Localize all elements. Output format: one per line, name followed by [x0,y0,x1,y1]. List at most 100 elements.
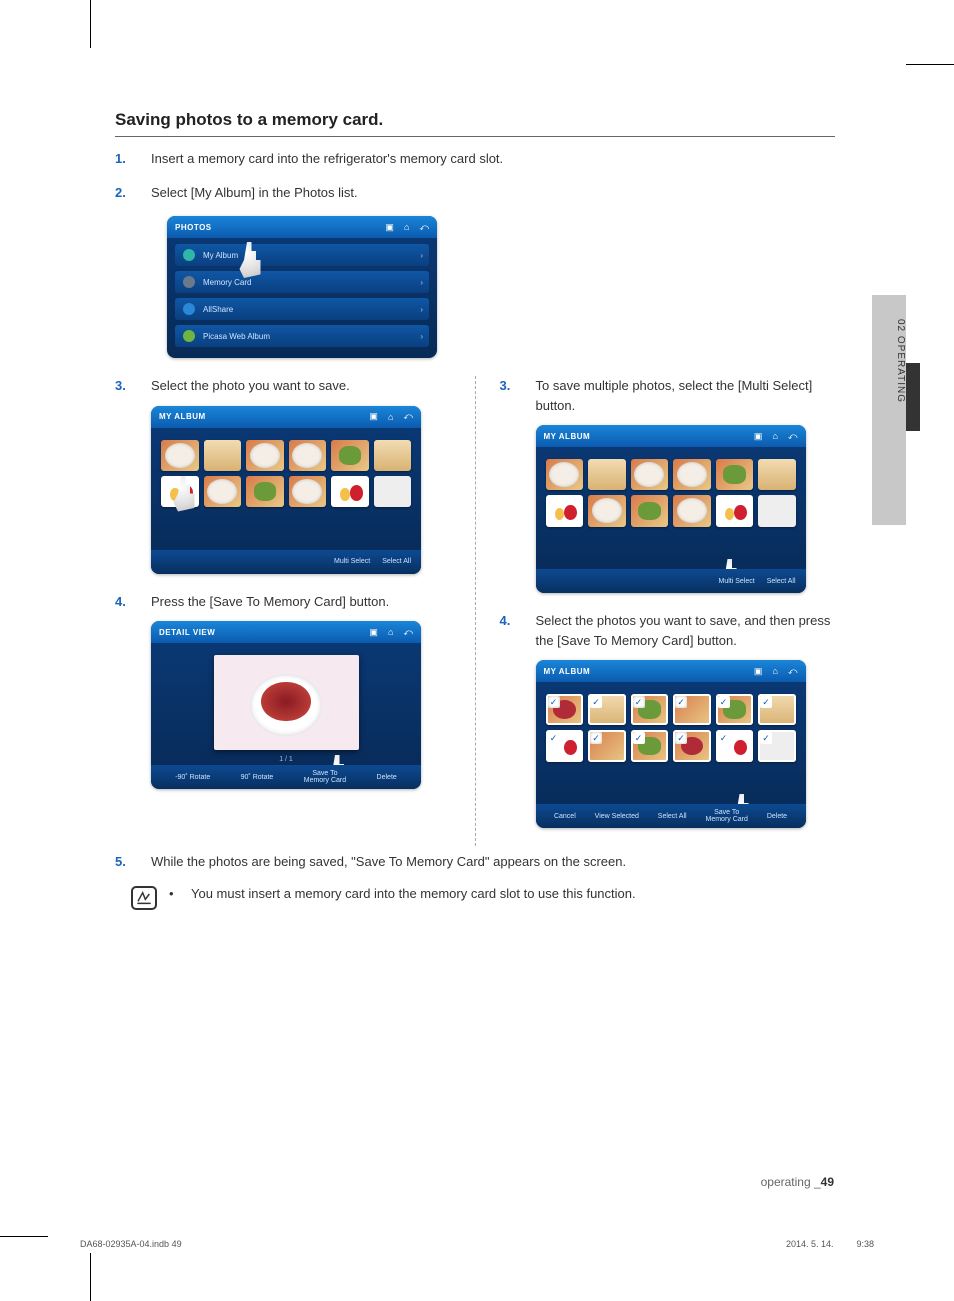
right-column: 3. To save multiple photos, select the [… [475,376,836,846]
photo-thumb[interactable] [588,459,626,490]
photo-thumb[interactable] [758,459,796,490]
select-all-button[interactable]: Select All [382,558,411,565]
left-column: 3. Select the photo you want to save. MY… [115,376,451,846]
photo-thumb[interactable] [716,730,754,761]
screenshot-footer: Multi Select Select All [151,550,421,574]
list-item-my-album[interactable]: My Album › [175,244,429,266]
save-icon[interactable]: ▣ [369,411,378,422]
photo-thumb[interactable] [631,495,669,526]
photo-thumb[interactable] [716,459,754,490]
home-icon[interactable]: ⌂ [772,666,777,676]
back-icon[interactable]: ⤺ [788,431,798,442]
select-all-button[interactable]: Select All [767,578,796,585]
photo-thumb[interactable] [546,694,584,725]
save-icon[interactable]: ▣ [369,627,378,638]
step-number: 3. [500,376,520,415]
footer-date: 2014. 5. 14. 9:38 [786,1239,874,1249]
photo-thumb[interactable] [331,440,369,471]
photo-thumb[interactable] [204,440,242,471]
detail-photo[interactable] [214,655,359,750]
photo-thumb[interactable] [331,476,369,507]
photo-thumb[interactable] [246,440,284,471]
screenshot-footer: Cancel View Selected Select All Save To … [536,804,806,828]
photo-thumb[interactable] [289,476,327,507]
photo-thumb[interactable] [631,694,669,725]
delete-button[interactable]: Delete [377,774,397,781]
photo-thumb[interactable] [588,694,626,725]
step-number: 3. [115,376,135,396]
header-icons: ▣ ⌂ ⤺ [385,222,429,233]
select-all-button[interactable]: Select All [658,813,687,820]
screenshot-multi-selected: MY ALBUM ▣⌂⤺ [536,660,806,828]
step-number: 4. [500,611,520,650]
delete-button[interactable]: Delete [767,813,787,820]
photo-thumb[interactable] [673,495,711,526]
note-bullet: • [169,886,179,901]
photo-thumb[interactable] [588,495,626,526]
back-icon[interactable]: ⤺ [419,222,429,233]
footer-label: operating _ [761,1175,821,1189]
step-text: Select the photo you want to save. [151,376,350,396]
step-number: 2. [115,183,135,203]
photo-thumb[interactable] [204,476,242,507]
step-text: Insert a memory card into the refrigerat… [151,149,503,169]
photo-thumb[interactable] [246,476,284,507]
list-item-picasa[interactable]: Picasa Web Album › [175,325,429,347]
footer-meta: DA68-02935A-04.indb 49 2014. 5. 14. 9:38 [80,1239,874,1249]
save-icon[interactable]: ▣ [385,222,394,233]
step-4-right: 4. Select the photos you want to save, a… [500,611,836,650]
photo-thumb[interactable] [546,730,584,761]
page-indicator: 1 / 1 [159,756,413,763]
photo-thumb[interactable] [161,440,199,471]
save-icon[interactable]: ▣ [754,666,763,677]
view-selected-button[interactable]: View Selected [595,813,639,820]
chevron-icon: › [420,278,423,287]
photo-thumb[interactable] [289,440,327,471]
photo-thumb[interactable] [546,459,584,490]
list-item-allshare[interactable]: AllShare › [175,298,429,320]
back-icon[interactable]: ⤺ [788,666,798,677]
rotate-right-button[interactable]: 90˚ Rotate [241,774,274,781]
footer-page-number: 49 [821,1175,834,1189]
step-number: 5. [115,852,135,872]
photo-thumb[interactable] [673,459,711,490]
photo-thumb[interactable] [631,730,669,761]
home-icon[interactable]: ⌂ [772,431,777,441]
photo-thumb[interactable] [758,730,796,761]
photo-thumb[interactable] [673,730,711,761]
photo-thumb[interactable] [374,476,412,507]
photo-thumb[interactable] [758,495,796,526]
multi-select-button[interactable]: Multi Select [719,578,755,585]
step-text: Select the photos you want to save, and … [536,611,836,650]
share-icon [183,303,195,315]
home-icon[interactable]: ⌂ [404,222,409,232]
screenshot-multi-select-prompt: MY ALBUM ▣ ⌂ ⤺ [536,425,806,593]
screenshot-title: MY ALBUM [544,432,591,441]
back-icon[interactable]: ⤺ [403,627,413,638]
photo-thumb[interactable] [673,694,711,725]
list-label: Picasa Web Album [203,332,270,341]
save-to-memory-button[interactable]: Save To Memory Card [304,770,346,784]
photo-thumb[interactable] [716,495,754,526]
cancel-button[interactable]: Cancel [554,813,576,820]
photo-thumb[interactable] [758,694,796,725]
rotate-left-button[interactable]: -90˚ Rotate [175,774,210,781]
cursor-hand-icon [235,242,265,278]
photo-thumb[interactable] [716,694,754,725]
side-tab: 02 OPERATING [872,295,906,525]
save-to-memory-button[interactable]: Save To Memory Card [706,809,748,823]
step-3-left: 3. Select the photo you want to save. [115,376,451,396]
list-item-memory-card[interactable]: Memory Card › [175,271,429,293]
multi-select-button[interactable]: Multi Select [334,558,370,565]
home-icon[interactable]: ⌂ [388,627,393,637]
picasa-icon [183,330,195,342]
back-icon[interactable]: ⤺ [403,411,413,422]
save-icon[interactable]: ▣ [754,431,763,442]
home-icon[interactable]: ⌂ [388,412,393,422]
photo-thumb[interactable] [374,440,412,471]
photo-thumb[interactable] [588,730,626,761]
photo-thumb[interactable] [631,459,669,490]
step-text: Press the [Save To Memory Card] button. [151,592,389,612]
step-5: 5. While the photos are being saved, "Sa… [115,852,835,872]
photo-thumb[interactable] [546,495,584,526]
